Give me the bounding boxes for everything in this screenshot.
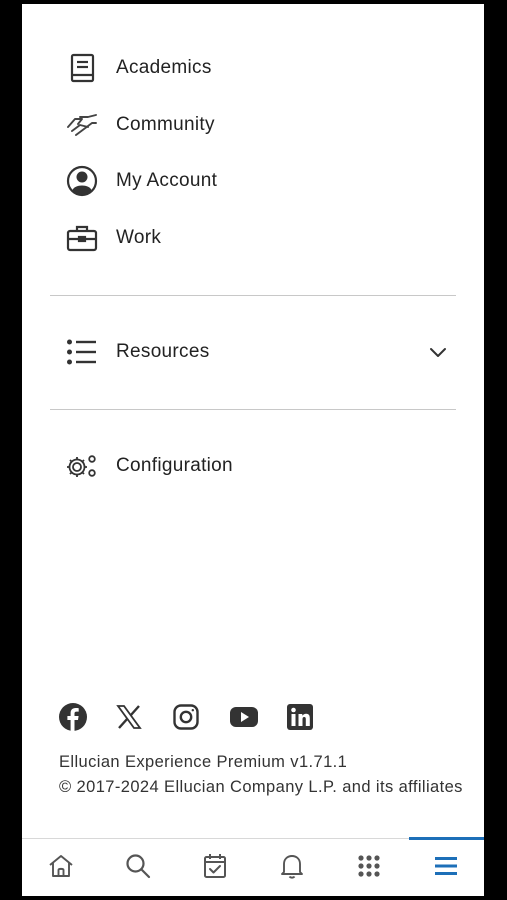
youtube-icon[interactable] (227, 699, 284, 735)
x-icon[interactable] (113, 699, 170, 735)
search-icon (125, 853, 151, 884)
handshake-icon (66, 109, 98, 141)
menu-item-resources[interactable]: Resources (22, 328, 484, 376)
list-icon (66, 336, 98, 368)
briefcase-icon (66, 222, 98, 254)
calendar-check-icon (203, 853, 227, 884)
menu-item-label: Resources (116, 341, 210, 362)
menu-item-work[interactable]: Work (22, 214, 484, 262)
app-version-text: Ellucian Experience Premium v1.71.1 (59, 753, 348, 771)
divider (50, 295, 456, 296)
copyright-text: © 2017-2024 Ellucian Company L.P. and it… (59, 778, 463, 796)
app-screen: Academics Community My Account Work Reso… (22, 4, 484, 896)
gears-icon (66, 450, 98, 482)
book-icon (66, 52, 98, 84)
menu-item-label: Configuration (116, 455, 233, 476)
menu-item-label: My Account (116, 170, 218, 191)
menu-item-label: Academics (116, 57, 212, 78)
home-icon (48, 854, 74, 883)
linkedin-icon[interactable] (284, 699, 341, 735)
social-links (56, 699, 341, 735)
tab-search[interactable] (99, 839, 176, 896)
chevron-down-icon[interactable] (426, 340, 450, 364)
menu-item-my-account[interactable]: My Account (22, 157, 484, 205)
tab-notifications[interactable] (253, 839, 330, 896)
menu-item-label: Community (116, 114, 215, 135)
tab-home[interactable] (22, 839, 99, 896)
menu-item-academics[interactable]: Academics (22, 44, 484, 92)
menu-item-community[interactable]: Community (22, 101, 484, 149)
account-circle-icon (66, 165, 98, 197)
tab-menu[interactable] (407, 837, 484, 896)
menu-item-configuration[interactable]: Configuration (22, 442, 484, 490)
tab-calendar[interactable] (176, 839, 253, 896)
instagram-icon[interactable] (170, 699, 227, 735)
bell-icon (280, 853, 304, 884)
menu-icon (434, 856, 458, 881)
menu-item-label: Work (116, 227, 162, 248)
active-tab-indicator (409, 837, 484, 840)
divider (50, 409, 456, 410)
grid-icon (357, 854, 380, 882)
tab-apps[interactable] (330, 839, 407, 896)
bottom-tab-bar (22, 837, 484, 896)
facebook-icon[interactable] (56, 699, 113, 735)
